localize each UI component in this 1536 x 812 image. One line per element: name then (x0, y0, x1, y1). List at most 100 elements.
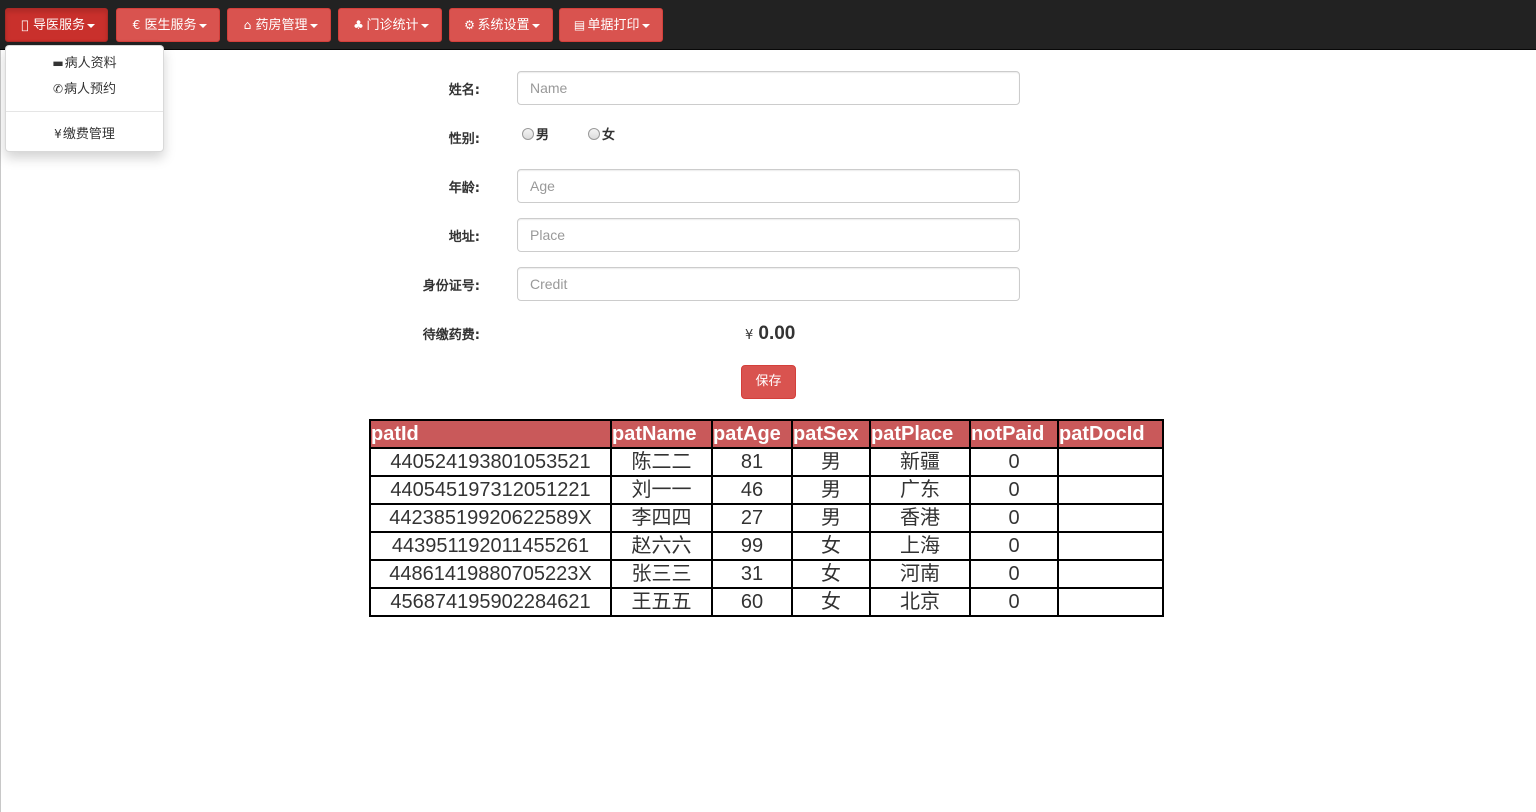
save-button[interactable]: 保存 (741, 365, 796, 399)
column-header: patPlace (869, 419, 971, 449)
table-cell (1057, 559, 1164, 589)
nav-doctor-service-label: 医生服务 (144, 18, 197, 33)
table-row: 440524193801053521 陈二二 81 男 新疆 0 (369, 447, 1164, 477)
place-label: 地址: (448, 230, 480, 245)
table-cell: 81 (711, 447, 793, 477)
table-cell (1057, 587, 1164, 617)
menu-item-patient-info-label: 病人资料 (64, 56, 117, 71)
column-header: patDocId (1057, 419, 1164, 449)
patient-table: patId patName patAge patSex patPlace not… (369, 419, 1164, 617)
table-cell: 44238519920622589X (369, 503, 612, 533)
table-cell: 440545197312051221 (369, 475, 612, 505)
sex-female-label: 女 (602, 128, 616, 143)
chevron-down-icon (309, 23, 318, 28)
table-cell: 新疆 (869, 447, 971, 477)
table-cell: 0 (969, 559, 1059, 589)
table-row: 44238519920622589X 李四四 27 男 香港 0 (369, 503, 1164, 533)
table-cell: 香港 (869, 503, 971, 533)
table-cell: 456874195902284621 (369, 587, 612, 617)
table-cell: 男 (791, 503, 871, 533)
nav-system-settings-label: 系统设置 (477, 18, 530, 33)
table-cell: 44861419880705223X (369, 559, 612, 589)
nav-doctor-service-button[interactable]: € 医生服务 (116, 8, 220, 42)
table-cell: 99 (711, 531, 793, 561)
sex-male-radio[interactable]: 男 (522, 128, 549, 144)
gear-icon: ⚙ (464, 18, 475, 32)
age-label: 年龄: (448, 181, 480, 196)
column-header: patSex (791, 419, 871, 449)
column-header: patName (610, 419, 713, 449)
chevron-down-icon (531, 23, 540, 28)
window-left-edge (0, 0, 1, 812)
menu-item-patient-info[interactable]: ▬病人资料 (6, 53, 163, 73)
table-cell: 443951192011455261 (369, 531, 612, 561)
table-cell: 0 (969, 447, 1059, 477)
table-cell: 北京 (869, 587, 971, 617)
nav-pharmacy-button[interactable]: ⌂ 药房管理 (227, 8, 331, 42)
menu-divider (6, 111, 163, 112)
radio-circle-icon[interactable] (522, 128, 534, 140)
credit-label: 身份证号: (422, 279, 480, 294)
table-row: 440545197312051221 刘一一 46 男 广东 0 (369, 475, 1164, 505)
table-cell: 张三三 (610, 559, 713, 589)
yen-icon: ¥ (54, 127, 62, 141)
table-cell (1057, 531, 1164, 561)
credit-card-icon: ▬ (52, 56, 64, 70)
table-cell: 0 (969, 587, 1059, 617)
unpaid-amount: 0.00 (758, 323, 796, 344)
chevron-down-icon (198, 23, 207, 28)
table-cell: 陈二二 (610, 447, 713, 477)
nav-print-button[interactable]: ▤ 单据打印 (559, 8, 663, 42)
table-row: 44861419880705223X 张三三 31 女 河南 0 (369, 559, 1164, 589)
column-header: notPaid (969, 419, 1059, 449)
table-cell: 31 (711, 559, 793, 589)
name-input[interactable] (517, 71, 1020, 105)
column-header: patId (369, 419, 612, 449)
table-cell: 男 (791, 475, 871, 505)
nav-guide-service-label: 导医服务 (32, 17, 85, 33)
table-cell: 王五五 (610, 587, 713, 617)
unpaid-fee-label: 待缴药费: (422, 328, 480, 343)
chevron-down-icon (420, 23, 429, 28)
table-cell: 440524193801053521 (369, 447, 612, 477)
unpaid-fee-value: ¥ 0.00 (745, 322, 795, 346)
table-cell: 27 (711, 503, 793, 533)
nav-guide-service-button[interactable]: 导医服务 (5, 8, 108, 42)
table-cell: 女 (791, 559, 871, 589)
table-cell: 广东 (869, 475, 971, 505)
sex-female-radio[interactable]: 女 (588, 128, 615, 144)
table-cell (1057, 475, 1164, 505)
place-input[interactable] (517, 218, 1020, 252)
table-row: 443951192011455261 赵六六 99 女 上海 0 (369, 531, 1164, 561)
top-navbar: 导医服务 €医生服务 ⌂药房管理 ♣门诊统计 ⚙系统设置 ▤单据打印 (0, 0, 1536, 50)
menu-item-patient-appointment[interactable]: ✆病人预约 (6, 79, 163, 99)
nav-clinic-stats-button[interactable]: ♣ 门诊统计 (338, 8, 442, 42)
table-cell (1057, 503, 1164, 533)
table-row: 456874195902284621 王五五 60 女 北京 0 (369, 587, 1164, 617)
radio-circle-icon[interactable] (588, 128, 600, 140)
table-cell: 0 (969, 531, 1059, 561)
age-input[interactable] (517, 169, 1020, 203)
chevron-down-icon (641, 23, 650, 28)
table-cell: 刘一一 (610, 475, 713, 505)
nav-pharmacy-label: 药房管理 (255, 18, 308, 33)
table-cell: 0 (969, 503, 1059, 533)
menu-item-payment-management[interactable]: ¥缴费管理 (6, 124, 163, 144)
nav-print-label: 单据打印 (587, 18, 640, 33)
nav-system-settings-button[interactable]: ⚙ 系统设置 (449, 8, 553, 42)
credit-input[interactable] (517, 267, 1020, 301)
currency-symbol: ¥ (745, 328, 754, 343)
table-cell (1057, 447, 1164, 477)
chevron-down-icon (87, 23, 95, 28)
table-cell: 男 (791, 447, 871, 477)
table-cell: 女 (791, 531, 871, 561)
sex-male-label: 男 (536, 128, 550, 143)
table-cell: 46 (711, 475, 793, 505)
home-icon: ⌂ (243, 18, 252, 32)
guide-service-dropdown: ▬病人资料 ✆病人预约 ¥缴费管理 (5, 45, 164, 152)
table-cell: 上海 (869, 531, 971, 561)
nav-clinic-stats-label: 门诊统计 (366, 18, 419, 33)
print-icon: ▤ (573, 18, 586, 32)
tree-icon: ♣ (353, 18, 364, 32)
euro-icon: € (132, 18, 141, 32)
